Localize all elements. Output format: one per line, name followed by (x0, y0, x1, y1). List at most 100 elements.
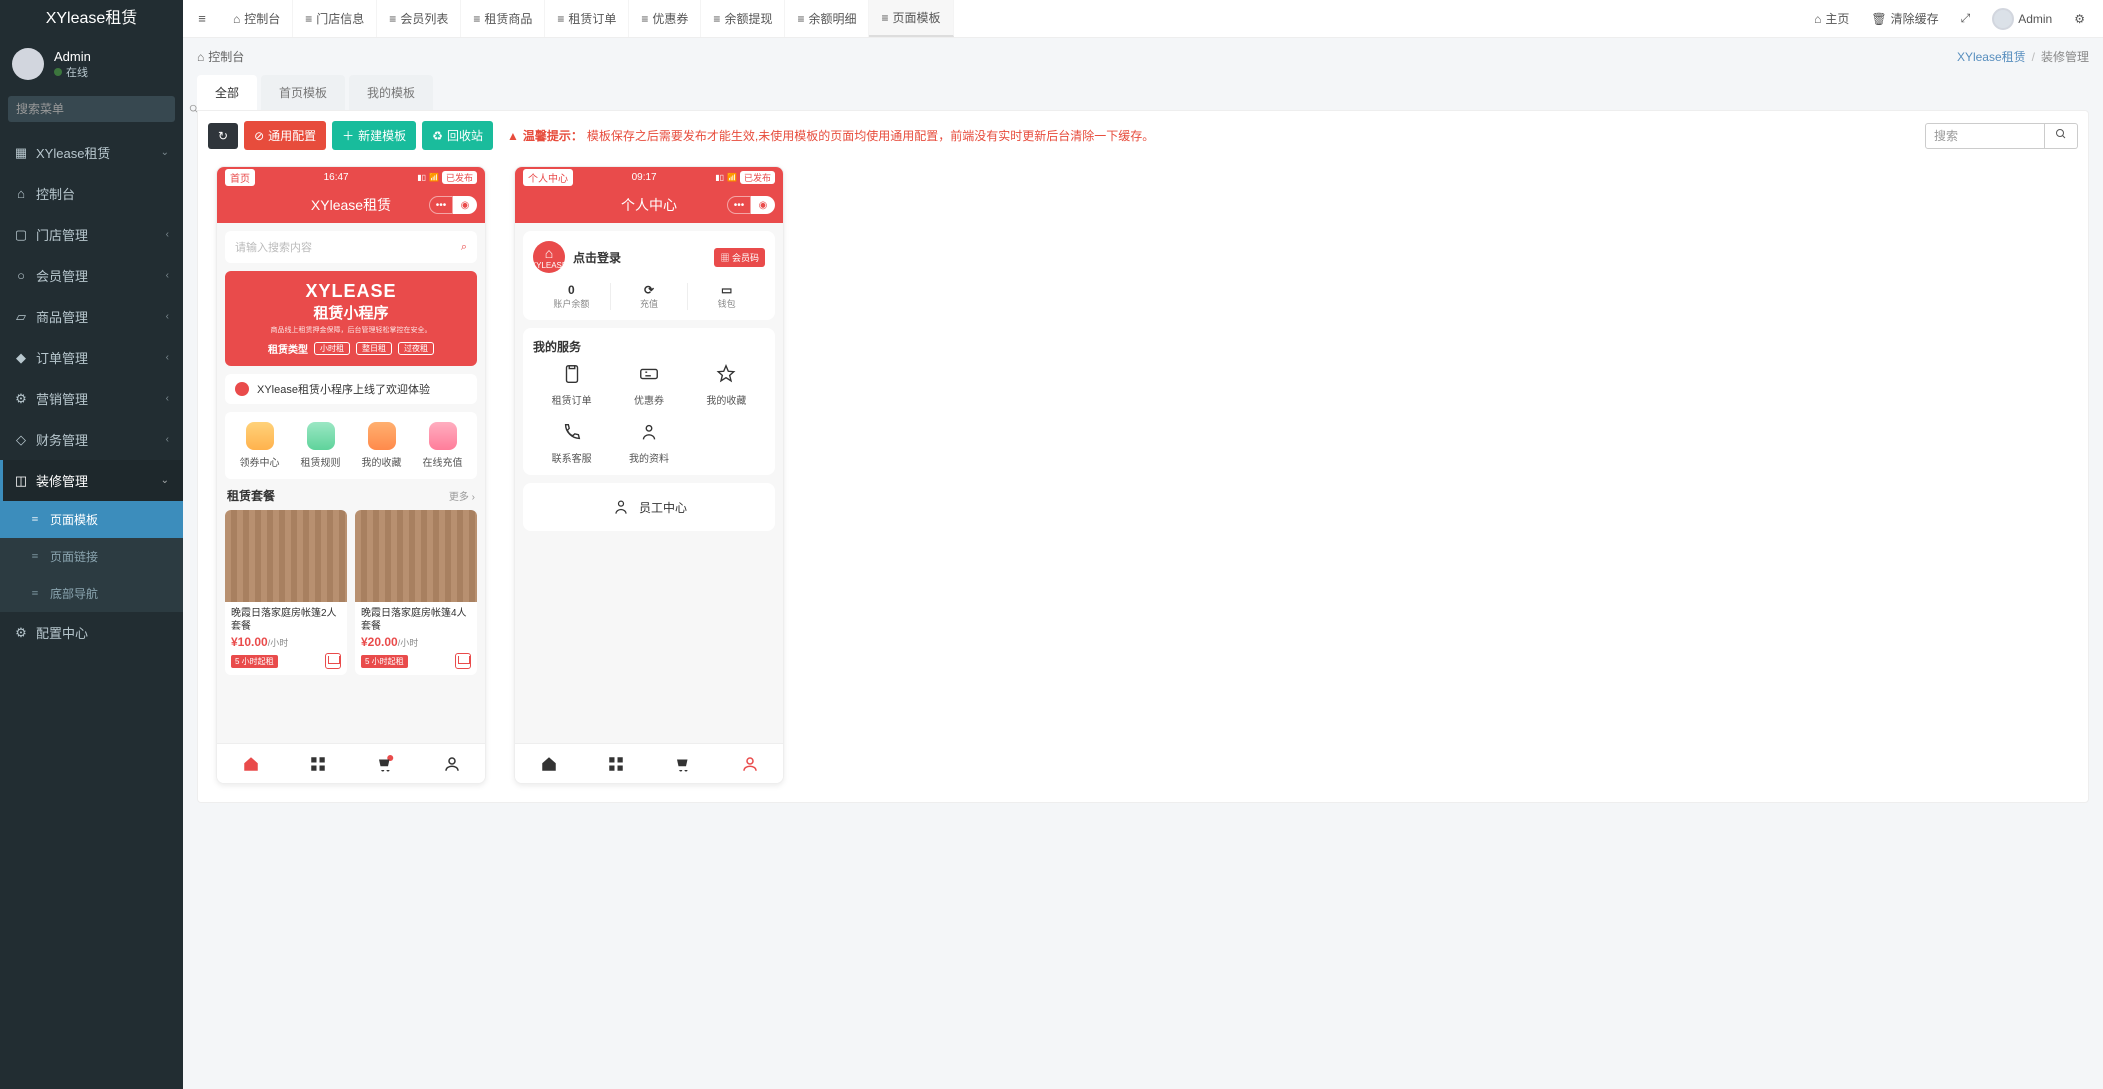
breadcrumb-bar: ⌂控制台 XYlease租赁/装修管理 (183, 38, 2103, 75)
phone-notice: XYlease租赁小程序上线了欢迎体验 (225, 374, 477, 404)
recycle-button[interactable]: ♻回收站 (422, 121, 493, 150)
cart-icon (455, 653, 471, 669)
rules-icon (307, 422, 335, 450)
gears-icon: ⚙ (2074, 12, 2085, 26)
section-header: 租赁套餐更多 › (227, 487, 475, 504)
toptab-pagetemplate[interactable]: ≡页面模板 (869, 0, 953, 37)
staff-center: 员工中心 (523, 483, 775, 531)
wifi-icon: 📶 (429, 173, 439, 182)
hamburger-icon[interactable]: ≡ (183, 0, 221, 37)
avatar-icon: ⌂XYLEASE (533, 241, 565, 273)
page-tag: 首页 (225, 169, 255, 186)
dashboard-icon: ⌂ (14, 186, 28, 202)
nav-member[interactable]: ○会员管理‹ (0, 255, 183, 296)
avatar[interactable] (12, 48, 44, 80)
template-card-home[interactable]: 首页 16:47 ▮▯📶已发布 XYlease租赁 •••◉ 请输入搜索内容⌕ … (216, 166, 486, 784)
nav-finance[interactable]: ◇财务管理‹ (0, 419, 183, 460)
nav-root[interactable]: ▦XYlease租赁⌄ (0, 132, 183, 173)
tab-category-icon (582, 744, 649, 783)
toptab-balance[interactable]: ≡余额明细 (785, 0, 869, 37)
nav-config[interactable]: ⚙配置中心 (0, 612, 183, 653)
favorite-icon (368, 422, 396, 450)
recharge-icon (429, 422, 457, 450)
sidebar-search[interactable] (8, 96, 175, 122)
product-image (225, 510, 347, 602)
crumb-left[interactable]: 控制台 (208, 48, 244, 65)
nav-console[interactable]: ⌂控制台 (0, 173, 183, 214)
plus-icon: ＋ (342, 127, 354, 144)
subtab-all[interactable]: 全部 (197, 75, 257, 110)
nav-order[interactable]: ◆订单管理‹ (0, 337, 183, 378)
search-icon: ⌕ (461, 241, 467, 254)
refresh-icon: ↻ (218, 129, 228, 143)
avatar-icon (1992, 8, 2014, 30)
subnav-page-link[interactable]: ≡页面链接 (0, 538, 183, 575)
topbar: ≡ ⌂控制台 ≡门店信息 ≡会员列表 ≡租赁商品 ≡租赁订单 ≡优惠券 ≡余额提… (183, 0, 2103, 38)
brand-title[interactable]: XYlease租赁 (0, 0, 183, 38)
list-icon: ≡ (28, 512, 42, 527)
toptab-orders[interactable]: ≡租赁订单 (545, 0, 629, 37)
subnav-page-template[interactable]: ≡页面模板 (0, 501, 183, 538)
topright-clearcache[interactable]: 🗑清除缓存 (1863, 10, 1946, 27)
tab-home-icon (217, 744, 284, 783)
services-card: 我的服务 租赁订单 优惠券 我的收藏 联系客服 我的资料 (523, 328, 775, 475)
user-name: Admin (54, 49, 91, 64)
target-icon: ◉ (751, 196, 775, 214)
toptab-withdraw[interactable]: ≡余额提现 (701, 0, 785, 37)
new-template-button[interactable]: ＋新建模板 (332, 121, 416, 150)
crumb-site[interactable]: XYlease租赁 (1957, 50, 2026, 64)
ban-icon: ⊘ (254, 129, 264, 143)
subtab-home-template[interactable]: 首页模板 (261, 75, 345, 110)
decorate-icon: ◫ (14, 473, 28, 489)
tab-cart-icon (649, 744, 716, 783)
subnav-bottom-nav[interactable]: ≡底部导航 (0, 575, 183, 612)
topright-home[interactable]: ⌂主页 (1806, 10, 1857, 27)
nav-goods[interactable]: ▱商品管理‹ (0, 296, 183, 337)
refresh-button[interactable]: ↻ (208, 123, 238, 149)
publish-badge: 已发布 (442, 171, 477, 184)
general-config-button[interactable]: ⊘通用配置 (244, 121, 326, 150)
product-image (355, 510, 477, 602)
product-list: 晚霞日落家庭房帐篷2人套餐 ¥10.00/小时 5 小时起租 晚霞日落家庭房帐篷… (225, 510, 477, 675)
list-icon: ≡ (713, 12, 720, 26)
product-card: 晚霞日落家庭房帐篷4人套餐 ¥20.00/小时 5 小时起租 (355, 510, 477, 675)
toptab-console[interactable]: ⌂控制台 (221, 0, 293, 37)
topright-fullscreen[interactable]: ⤢ (1953, 11, 1979, 26)
toptab-memberlist[interactable]: ≡会员列表 (377, 0, 461, 37)
subtab-my-template[interactable]: 我的模板 (349, 75, 433, 110)
stat-item: ▭钱包 (687, 283, 765, 310)
list-icon: ≡ (389, 12, 396, 26)
phone-statusbar: 首页 16:47 ▮▯📶已发布 (217, 167, 485, 187)
phone-quick-grid: 领券中心 租赁规则 我的收藏 在线充值 (225, 412, 477, 479)
toolbar-search-button[interactable] (2045, 123, 2078, 149)
nav-decorate[interactable]: ◫装修管理⌄ (0, 460, 183, 501)
nav-marketing[interactable]: ⚙营销管理‹ (0, 378, 183, 419)
target-icon: ◉ (453, 196, 477, 214)
sidebar-search-input[interactable] (8, 96, 179, 122)
sidebar: XYlease租赁 Admin 在线 ▦XYlease租赁⌄ ⌂控制台 ▢门店管… (0, 0, 183, 1089)
quick-item: 领券中心 (240, 422, 280, 469)
topright-settings[interactable]: ⚙ (2066, 12, 2093, 26)
signal-icon: ▮▯ (417, 173, 426, 182)
tab-profile-icon (716, 744, 783, 783)
qr-icon: ▦ (720, 253, 732, 263)
expand-icon: ⤢ (1961, 11, 1971, 26)
warning-icon: ▲ (507, 129, 519, 143)
toptab-goods[interactable]: ≡租赁商品 (461, 0, 545, 37)
store-icon: ▢ (14, 227, 28, 243)
nav-store[interactable]: ▢门店管理‹ (0, 214, 183, 255)
toolbar-search-input[interactable] (1925, 123, 2045, 149)
toptab-storeinfo[interactable]: ≡门店信息 (293, 0, 377, 37)
user-panel: Admin 在线 (0, 38, 183, 90)
finance-icon: ◇ (14, 432, 28, 448)
grid-icon: ▦ (14, 145, 28, 161)
speaker-icon (235, 382, 249, 396)
recharge-icon: ⟳ (611, 283, 688, 297)
profile-icon (638, 421, 660, 443)
miniapp-capsule: •••◉ (727, 196, 775, 214)
phone-title: XYlease租赁 (311, 195, 391, 215)
member-code-button: ▦ 会员码 (714, 248, 765, 267)
toptab-coupon[interactable]: ≡优惠券 (629, 0, 701, 37)
template-card-me[interactable]: 个人中心 09:17 ▮▯📶已发布 个人中心 •••◉ ⌂XYLEASE (514, 166, 784, 784)
topright-user[interactable]: Admin (1984, 8, 2060, 30)
